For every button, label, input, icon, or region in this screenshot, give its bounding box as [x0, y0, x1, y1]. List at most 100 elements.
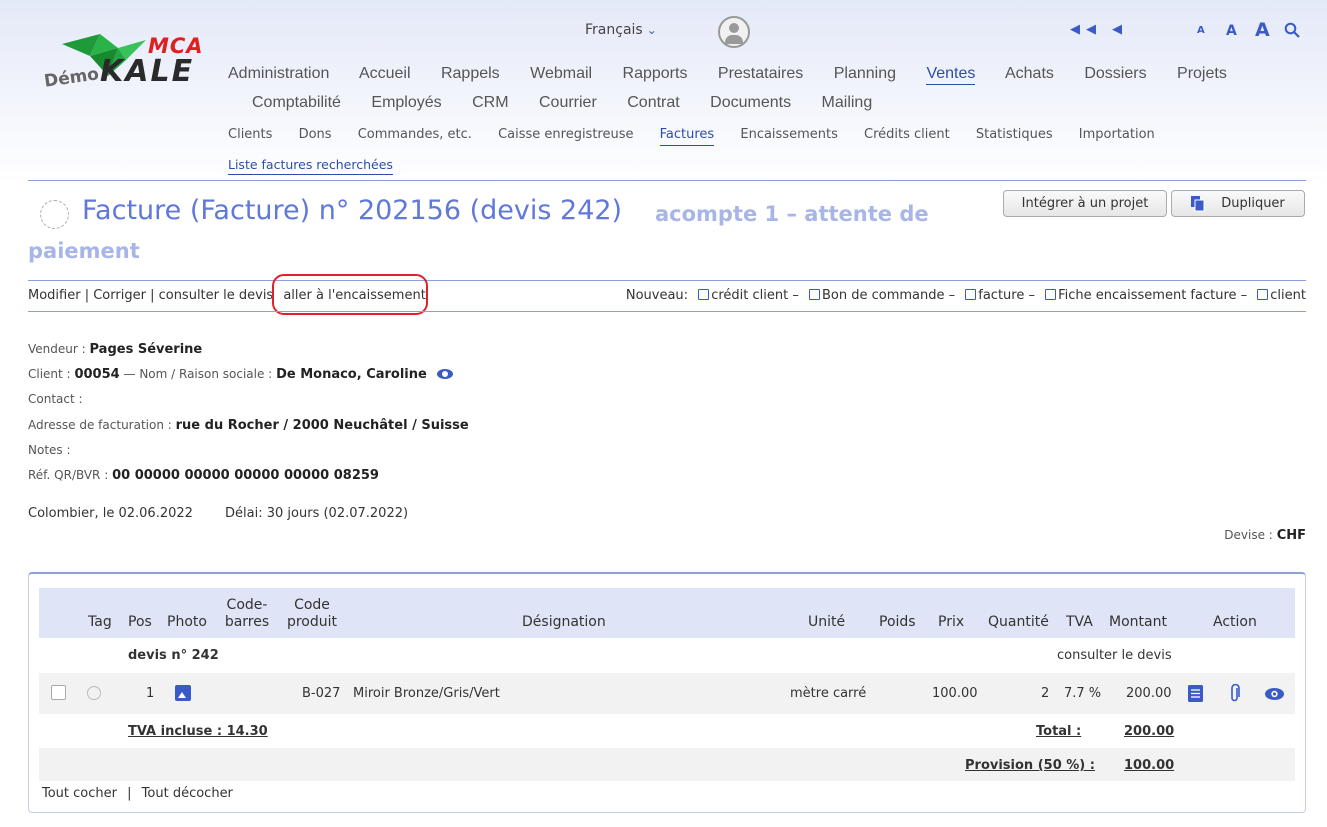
invoice-status: acompte 1 – attente de: [655, 202, 929, 226]
image-icon[interactable]: [175, 685, 191, 701]
subnav-importation[interactable]: Importation: [1079, 127, 1155, 142]
user-avatar-icon[interactable]: [718, 16, 750, 48]
nav-rapports[interactable]: Rapports: [623, 65, 688, 82]
nav-dossiers[interactable]: Dossiers: [1084, 65, 1146, 82]
provision-value: 100.00: [1124, 758, 1175, 773]
status-circle-icon: [40, 200, 69, 229]
external-link-icon: [1045, 289, 1057, 300]
nav-prestataires[interactable]: Prestataires: [718, 65, 803, 82]
nav-administration[interactable]: Administration: [228, 65, 329, 82]
subnav-commandes[interactable]: Commandes, etc.: [358, 127, 472, 142]
vat-included: TVA incluse : 14.30: [128, 724, 268, 739]
highlight-annotation: [272, 274, 428, 315]
eye-icon[interactable]: [436, 369, 453, 379]
attachment-icon[interactable]: [1229, 684, 1241, 703]
col-tag: Tag: [88, 614, 112, 630]
app-logo[interactable]: MCA Démo KALE: [40, 22, 220, 92]
subnav-encaissements[interactable]: Encaissements: [740, 127, 838, 142]
uncheck-all-link[interactable]: Tout décocher: [142, 786, 233, 801]
provision-label: Provision (50 %) :: [965, 758, 1095, 773]
notes-line: Notes :: [28, 443, 71, 457]
subnav-dons[interactable]: Dons: [299, 127, 332, 142]
row-pos: 1: [146, 686, 155, 701]
search-icon[interactable]: [1284, 22, 1300, 38]
action-bar-bottom-line: [28, 311, 1306, 312]
row-vat: 7.7 %: [1064, 686, 1102, 701]
view-eye-icon[interactable]: [1265, 688, 1284, 700]
nav-courrier[interactable]: Courrier: [539, 94, 597, 111]
font-size-large[interactable]: A: [1255, 19, 1270, 41]
rewind-icon[interactable]: ◀◀: [1070, 22, 1102, 37]
font-size-small[interactable]: A: [1197, 25, 1205, 36]
group-consult-quote-link[interactable]: consulter le devis: [1057, 648, 1172, 663]
nav-rappels[interactable]: Rappels: [441, 65, 500, 82]
integrate-project-button[interactable]: Intégrer à un projet: [1003, 190, 1167, 217]
correct-link[interactable]: Corriger: [93, 288, 146, 303]
col-pos: Pos: [128, 614, 152, 630]
subnav-factures[interactable]: Factures: [659, 127, 715, 146]
check-all-link[interactable]: Tout cocher: [42, 786, 117, 801]
notes-label: Notes :: [28, 443, 71, 457]
currency-label: Devise :: [1224, 528, 1273, 542]
new-order-link[interactable]: Bon de commande: [822, 288, 945, 303]
new-client-link[interactable]: client: [1270, 288, 1306, 303]
header-divider: [28, 180, 1306, 181]
table-row: [39, 673, 1295, 714]
new-payment-sheet-link[interactable]: Fiche encaissement facture: [1058, 288, 1236, 303]
seller-line: Vendeur : Pages Séverine: [28, 342, 202, 357]
document-icon[interactable]: [1188, 685, 1203, 702]
check-toggle: Tout cocher | Tout décocher: [42, 786, 233, 801]
provision-row: [39, 748, 1295, 781]
col-unit: Unité: [808, 614, 846, 630]
duplicate-button[interactable]: Dupliquer: [1171, 190, 1305, 217]
subnav-clients[interactable]: Clients: [228, 127, 272, 142]
external-link-icon: [965, 289, 977, 300]
ref-label: Réf. QR/BVR :: [28, 468, 109, 482]
col-vat: TVA: [1066, 614, 1093, 630]
col-weight: Poids: [879, 614, 916, 630]
back-icon[interactable]: ◀: [1112, 22, 1128, 37]
consult-quote-link[interactable]: consulter le devis: [159, 288, 274, 303]
seller-label: Vendeur :: [28, 342, 86, 356]
new-invoice-link[interactable]: facture: [978, 288, 1024, 303]
group-label: devis n° 242: [128, 648, 219, 663]
nav-ventes[interactable]: Ventes: [926, 65, 976, 85]
col-barcode-line1: Code-: [226, 597, 268, 613]
nav-employes[interactable]: Employés: [371, 94, 441, 111]
external-link-icon: [1257, 289, 1269, 300]
font-size-medium[interactable]: A: [1226, 23, 1237, 39]
nav-planning[interactable]: Planning: [834, 65, 896, 82]
nav-comptabilite[interactable]: Comptabilité: [252, 94, 341, 111]
language-selector[interactable]: Français ⌄: [585, 22, 657, 38]
row-checkbox[interactable]: [51, 685, 66, 700]
subnav-credits-client[interactable]: Crédits client: [864, 127, 950, 142]
currency-value: CHF: [1276, 528, 1306, 543]
row-quantity: 2: [1041, 686, 1050, 701]
action-bar-top-line: [28, 280, 1306, 281]
client-name-label: — Nom / Raison sociale :: [123, 367, 273, 381]
history-nav: ◀◀ ◀: [1070, 22, 1128, 37]
subnav-caisse[interactable]: Caisse enregistreuse: [498, 127, 633, 142]
nav-mailing[interactable]: Mailing: [822, 94, 873, 111]
invoice-status-cont: paiement: [28, 239, 140, 263]
row-designation: Miroir Bronze/Gris/Vert: [353, 686, 500, 701]
subnav-liste-factures[interactable]: Liste factures recherchées: [228, 157, 393, 175]
new-links: Nouveau: crédit client – Bon de commande…: [625, 288, 1306, 303]
logo-product: KALE: [100, 54, 195, 89]
row-product-code: B-027: [302, 686, 341, 701]
col-barcode: Code- barres: [222, 597, 272, 631]
nav-accueil[interactable]: Accueil: [359, 65, 411, 82]
new-credit-client-link[interactable]: crédit client: [711, 288, 788, 303]
modify-link[interactable]: Modifier: [28, 288, 81, 303]
nav-contrat[interactable]: Contrat: [627, 94, 679, 111]
nav-projets[interactable]: Projets: [1177, 65, 1227, 82]
main-nav-row1: Administration Accueil Rappels Webmail R…: [228, 65, 1253, 85]
nav-achats[interactable]: Achats: [1005, 65, 1054, 82]
subnav-statistiques[interactable]: Statistiques: [976, 127, 1053, 142]
nav-documents[interactable]: Documents: [710, 94, 791, 111]
nav-crm[interactable]: CRM: [472, 94, 508, 111]
tag-circle-icon[interactable]: [87, 686, 101, 700]
client-id: 00054: [74, 367, 120, 382]
col-product-line1: Code: [294, 597, 330, 613]
nav-webmail[interactable]: Webmail: [530, 65, 592, 82]
